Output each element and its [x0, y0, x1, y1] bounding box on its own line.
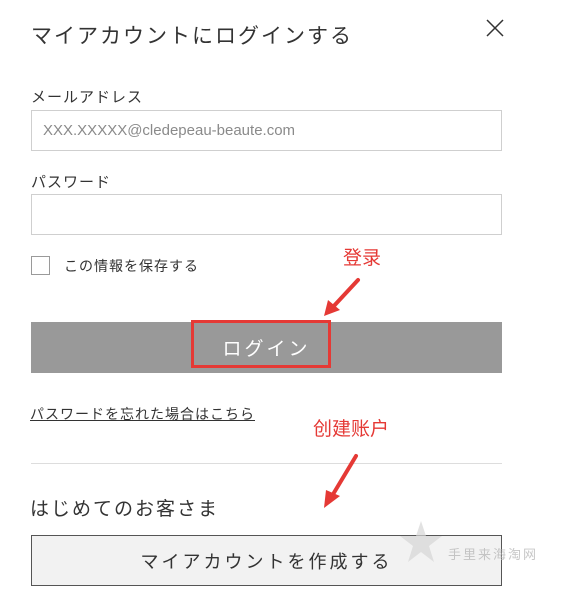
close-button[interactable]: [483, 16, 507, 40]
login-button[interactable]: ログイン: [31, 322, 502, 373]
remember-label: この情報を保存する: [64, 259, 199, 275]
create-annotation-label: 创建账户: [313, 418, 390, 440]
create-annotation-arrow-icon: [324, 454, 358, 508]
email-field[interactable]: [31, 110, 502, 151]
new-customer-heading: はじめてのお客さま: [30, 498, 220, 520]
dialog-title: マイアカウントにログインする: [31, 24, 353, 48]
remember-checkbox[interactable]: [31, 256, 50, 275]
forgot-password-link[interactable]: パスワードを忘れた場合はこちら: [30, 404, 255, 424]
close-icon: [486, 19, 504, 37]
password-field[interactable]: [31, 194, 502, 235]
password-label: パスワード: [31, 173, 112, 191]
create-account-button[interactable]: マイアカウントを作成する: [31, 535, 502, 586]
login-annotation-label: 登录: [343, 247, 382, 269]
login-annotation-arrow-icon: [324, 278, 360, 316]
email-label: メールアドレス: [31, 88, 144, 106]
divider: [31, 463, 502, 464]
